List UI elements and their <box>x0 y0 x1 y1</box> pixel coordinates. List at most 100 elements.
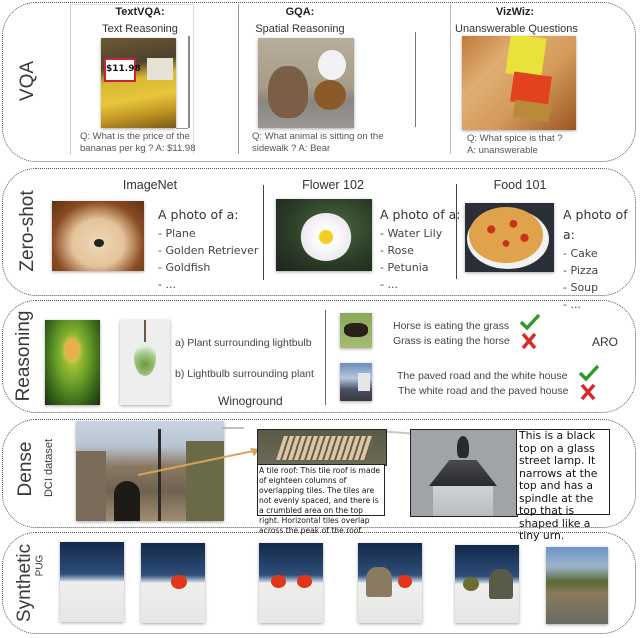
lamp-cap <box>429 460 497 486</box>
label-card <box>147 58 173 80</box>
bottle-yellow <box>505 36 547 79</box>
elephant-goldfish-scene <box>358 543 422 623</box>
glass-bulb <box>134 344 156 376</box>
horse <box>344 323 368 337</box>
goldfish <box>297 575 312 588</box>
goldfish-scene <box>141 543 205 623</box>
option: - Rose <box>380 244 414 257</box>
arrow-to-roof <box>137 448 260 476</box>
check-icon <box>578 364 600 382</box>
textvqa-subtitle: Text Reasoning <box>102 23 178 35</box>
option: - Plane <box>158 227 196 240</box>
aro-wrong-1: Grass is eating the horse <box>393 335 510 347</box>
vizwiz-subtitle: Unanswerable Questions <box>455 23 578 35</box>
gqa-subtitle: Spatial Reasoning <box>255 23 345 35</box>
gqa-answer: sidewalk ? A: Bear <box>252 143 331 154</box>
forest-scene <box>546 547 608 624</box>
winoground-option-b: b) Lightbulb surrounding plant <box>175 368 314 380</box>
roof-tiles <box>276 436 374 460</box>
lamp-caption: This is a black top on a glass street la… <box>516 429 610 542</box>
white-bear <box>318 50 346 80</box>
vqa-divider-1 <box>238 4 239 154</box>
pug-label: PUG <box>34 554 46 577</box>
lily-petals <box>300 213 352 261</box>
two-goldfish-scene <box>259 543 323 623</box>
bottle-bottom <box>512 99 552 123</box>
vqa-divider-3 <box>450 4 451 154</box>
cross-icon <box>580 383 596 401</box>
imagenet-options: A photo of a: - Plane - Golden Retriever… <box>158 205 258 293</box>
pizza-photo <box>465 203 554 272</box>
water-lily-photo <box>276 199 372 271</box>
lamp-caption-text: This is a black top on a glass street la… <box>519 429 598 542</box>
roof-caption-text: A tile roof: This tile roof is made of e… <box>259 466 381 535</box>
green-fish <box>463 577 479 591</box>
check-icon <box>519 313 541 331</box>
small-bear <box>314 80 346 110</box>
bulb <box>65 338 79 360</box>
food-title: Food 101 <box>493 178 547 192</box>
teddy-bears-photo <box>258 38 354 128</box>
street-lamp-photo <box>410 429 518 517</box>
brown-bear <box>268 66 308 118</box>
textvqa-answer: bananas per kg ? A: $11.98 <box>80 143 196 154</box>
synthetic-label: Synthetic <box>14 543 35 623</box>
gqa-question: Q: What animal is sitting on the <box>252 131 384 142</box>
price-tag: $11.98 <box>104 58 141 82</box>
option: - Goldfish <box>158 261 211 274</box>
food-prompt: A photo of a: <box>563 207 628 242</box>
fish-elephant-scene <box>455 545 519 623</box>
vizwiz-title: VizWiz: <box>495 6 535 18</box>
vizwiz-question: Q: What spice is that ? <box>467 133 563 144</box>
zs-divider-2 <box>456 184 457 279</box>
option: - Pizza <box>563 264 599 277</box>
golden-retriever-photo <box>52 201 144 271</box>
lightbulb-in-plants-photo <box>45 320 100 405</box>
roof-caption: A tile roof: This tile roof is made of e… <box>257 464 385 535</box>
aro-wrong-2: The white road and the paved house <box>398 385 569 397</box>
aro-correct-2: The paved road and the white house <box>397 370 568 382</box>
vqa-label: VQA <box>17 60 38 102</box>
lamp-glass <box>433 486 493 516</box>
tile-roof-photo <box>257 429 387 466</box>
dense-label: Dense <box>15 441 36 497</box>
divider-tick <box>176 128 188 129</box>
option: - Cake <box>563 247 598 260</box>
spice-bottle-photo <box>462 36 576 130</box>
goldfish <box>271 575 286 588</box>
arch-door <box>114 481 140 521</box>
textvqa-question: Q: What is the price of the <box>80 131 190 142</box>
flower-prompt: A photo of a: <box>380 207 461 222</box>
empty-desert-scene <box>60 542 124 622</box>
elephant <box>366 567 392 597</box>
flower-title: Flower 102 <box>302 178 364 192</box>
lamp-finial <box>457 436 469 458</box>
vqa-divider-2 <box>415 32 416 127</box>
imagenet-prompt: A photo of a: <box>158 207 239 222</box>
imagenet-title: ImageNet <box>122 178 178 192</box>
dog-nose <box>94 239 104 247</box>
zs-divider-1 <box>263 185 264 280</box>
vizwiz-answer: A: unanswerable <box>467 145 538 156</box>
house <box>358 373 370 391</box>
divider <box>188 36 190 128</box>
dci-label: DCI dataset <box>43 438 55 498</box>
zeroshot-label: Zero-shot <box>17 190 38 272</box>
gqa-title: GQA: <box>285 6 315 18</box>
plant-in-lightbulb-photo <box>120 320 170 405</box>
winoground-name: Winoground <box>218 394 283 408</box>
left-wall <box>76 451 106 521</box>
option: - ... <box>158 278 176 291</box>
food-options: A photo of a: - Cake - Pizza - Soup - ..… <box>563 205 640 313</box>
cross-icon <box>521 332 537 350</box>
reasoning-divider <box>325 310 326 405</box>
bananas-price-tag-photo: $11.98 <box>101 38 176 128</box>
elephant <box>489 569 513 599</box>
option: - Soup <box>563 281 599 294</box>
goldfish <box>398 575 412 588</box>
reasoning-label: Reasoning <box>13 310 34 402</box>
option: - Water Lily <box>380 227 443 240</box>
cord <box>144 320 146 342</box>
option: - Golden Retriever <box>158 244 259 257</box>
aro-name: ARO <box>592 335 619 349</box>
